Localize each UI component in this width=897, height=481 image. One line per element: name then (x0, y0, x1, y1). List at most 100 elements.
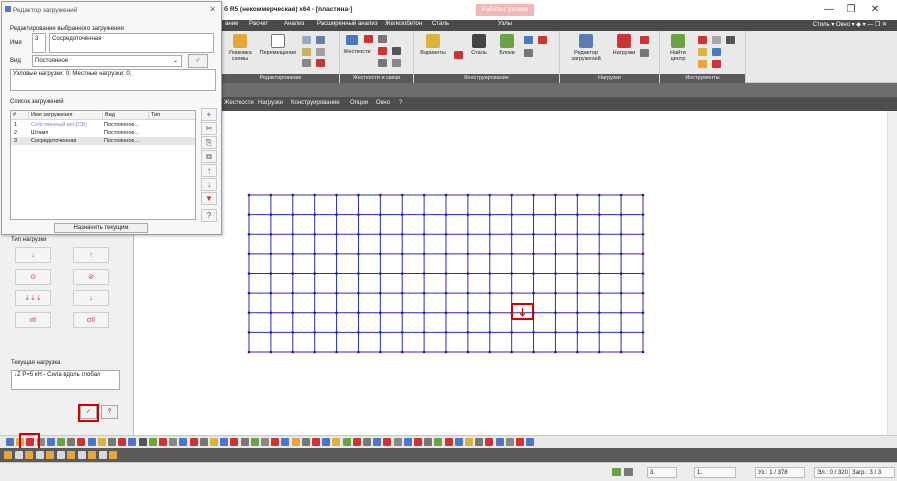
grid-node[interactable] (597, 213, 601, 216)
table-row[interactable]: 2 Штамп Постоянное... (11, 129, 195, 137)
grid-node[interactable] (400, 272, 404, 275)
constraint-icon[interactable] (392, 47, 401, 55)
grid-node[interactable] (532, 331, 535, 334)
toolbar-tool-icon[interactable] (403, 438, 412, 446)
grid-node[interactable] (335, 331, 338, 334)
stiffness-button[interactable]: Жесткости (342, 49, 372, 55)
load-tool2-icon[interactable] (640, 49, 649, 57)
grid-node[interactable] (619, 232, 623, 236)
toolbar-tool-icon[interactable] (271, 438, 280, 446)
toolbar-tool-icon[interactable] (342, 438, 351, 446)
toolbar-tool-icon[interactable] (189, 438, 198, 446)
grid-node[interactable] (576, 252, 579, 256)
menu2-help[interactable]: ? (399, 100, 402, 106)
grid-node[interactable] (400, 193, 404, 197)
status-field-2[interactable]: 1. (694, 467, 736, 478)
stiffness-grid-icon[interactable] (346, 35, 358, 45)
view-tool-icon[interactable] (88, 451, 96, 459)
grid-node[interactable] (357, 232, 360, 236)
status-field-1[interactable]: 3. (647, 467, 677, 478)
grid-node[interactable] (444, 232, 448, 236)
load-type-moment[interactable]: ⊙ (15, 269, 51, 285)
grid-node[interactable] (597, 232, 601, 236)
toolbar-tool-icon[interactable] (352, 438, 361, 446)
grid-node[interactable] (313, 291, 316, 295)
grid-node[interactable] (291, 311, 295, 315)
grid-node[interactable] (269, 311, 273, 315)
toolbar-tool-icon[interactable] (128, 438, 137, 446)
hinge-icon[interactable] (378, 35, 387, 43)
grid-node[interactable] (488, 213, 492, 216)
grid-node[interactable] (357, 331, 360, 334)
grid-node[interactable] (641, 350, 645, 354)
grid-node[interactable] (357, 252, 360, 256)
grid-node[interactable] (422, 252, 426, 256)
toolbar-tool-icon[interactable] (57, 438, 65, 446)
menu2-stiffness[interactable]: Жесткости (224, 100, 254, 106)
find-center-button[interactable]: Найти центр (664, 34, 692, 62)
toolbar-tool-icon[interactable] (97, 438, 106, 446)
grid-node[interactable] (379, 193, 382, 197)
grid-node[interactable] (510, 193, 513, 197)
load-type-distributed[interactable]: ⇣⇣⇣ (15, 290, 51, 306)
mirror-icon[interactable] (302, 48, 311, 56)
grid-node[interactable] (532, 213, 535, 216)
grid-node[interactable] (313, 350, 316, 354)
grid-node[interactable] (357, 291, 360, 295)
menu-item-nodes[interactable]: Узлы (498, 21, 512, 27)
grid-node[interactable] (269, 291, 273, 295)
toolbar-tool-icon[interactable] (261, 438, 269, 446)
grid-node[interactable] (488, 232, 492, 236)
move-down-button[interactable]: ↓ (201, 178, 217, 191)
grid-node[interactable] (313, 193, 316, 197)
grid-node[interactable] (641, 311, 645, 315)
move-up-button[interactable]: ↑ (201, 164, 217, 177)
model-canvas[interactable] (222, 111, 887, 435)
grid-node[interactable] (444, 272, 448, 275)
status-icon-2[interactable] (624, 468, 633, 476)
grid-node[interactable] (379, 232, 382, 236)
grid-node[interactable] (291, 213, 295, 216)
toolbar-tool-icon[interactable] (322, 438, 331, 446)
grid-node[interactable] (247, 193, 251, 197)
grid-node[interactable] (576, 331, 579, 334)
grid-node[interactable] (357, 193, 360, 197)
grid-node[interactable] (269, 350, 273, 354)
duplicate-load-button[interactable]: ⧉ (201, 150, 217, 163)
menu-item-advanced-analysis[interactable]: Расширенный анализ (317, 21, 378, 27)
grid-node[interactable] (379, 311, 382, 315)
grid-node[interactable] (247, 331, 251, 334)
toolbar-tool-icon[interactable] (87, 438, 96, 446)
grid-node[interactable] (510, 291, 513, 295)
toolbar-tool-icon[interactable] (169, 438, 178, 446)
grid-node[interactable] (400, 213, 404, 216)
steel-button[interactable]: Сталь (466, 34, 492, 56)
anchor-icon[interactable] (392, 59, 401, 67)
status-icon[interactable] (612, 468, 621, 476)
grid-node[interactable] (510, 213, 513, 216)
cut-load-button[interactable]: ✂ (201, 122, 217, 135)
grid-node[interactable] (291, 350, 295, 354)
grid-node[interactable] (269, 331, 273, 334)
plate-grid[interactable] (222, 111, 887, 435)
menu2-loads[interactable]: Нагрузки (258, 100, 283, 106)
toolbar-tool-icon[interactable] (312, 438, 320, 446)
grid-node[interactable] (510, 350, 513, 354)
view-tool-icon[interactable] (4, 451, 12, 459)
grid-node[interactable] (335, 213, 338, 216)
toolbar-tool-icon[interactable] (424, 438, 433, 446)
tool3-icon[interactable] (698, 48, 707, 56)
toolbar-tool-icon[interactable] (159, 438, 167, 446)
load-type-force-up[interactable]: ↑ (73, 247, 109, 263)
calc-icon[interactable] (454, 51, 463, 59)
current-load-item[interactable]: ↓Z P=5 кН - Сила вдоль глобал (14, 372, 101, 378)
toolbar-tool-icon[interactable] (526, 438, 535, 446)
copy-icon[interactable] (302, 36, 311, 44)
toolbar-tool-icon[interactable] (108, 438, 116, 446)
grid-node[interactable] (597, 350, 601, 354)
grid-node[interactable] (313, 272, 316, 275)
grid-node[interactable] (466, 350, 470, 354)
design-tool2-icon[interactable] (538, 36, 547, 44)
grid-node[interactable] (576, 272, 579, 275)
grid-node[interactable] (335, 252, 338, 256)
